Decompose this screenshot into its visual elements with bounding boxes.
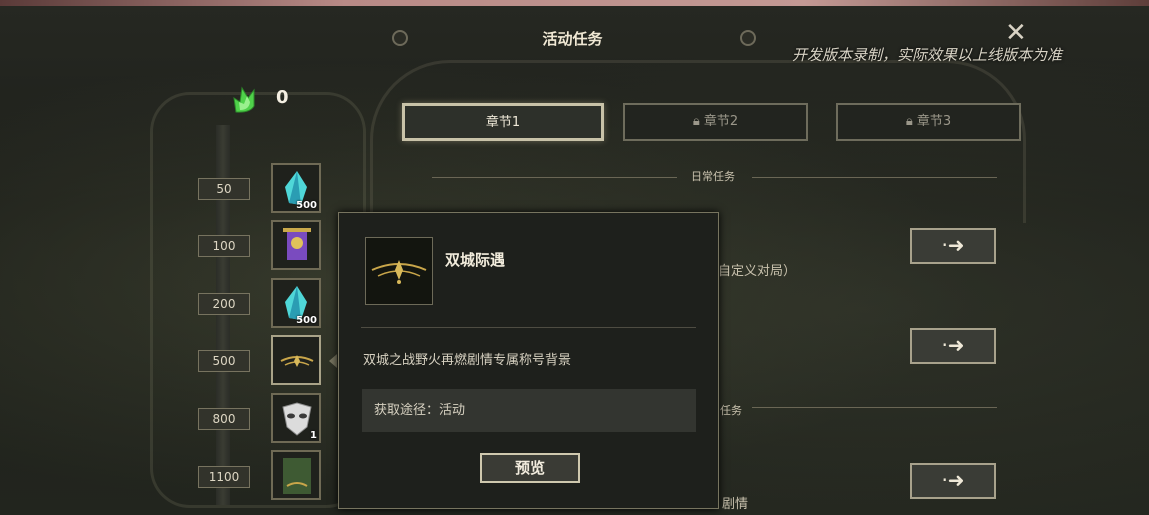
preview-button[interactable]: 预览 bbox=[480, 453, 580, 483]
tab-label: 章节1 bbox=[485, 115, 521, 130]
reward-quantity: 500 bbox=[296, 315, 317, 326]
green-card-icon bbox=[283, 458, 311, 494]
tier-label: 500 bbox=[198, 350, 250, 372]
reward-slot[interactable]: 1 bbox=[271, 393, 321, 443]
ornament-dot-left bbox=[392, 30, 408, 46]
tier-label: 200 bbox=[198, 293, 250, 315]
popup-pointer bbox=[329, 354, 337, 368]
arrow-right-icon: ·➜ bbox=[941, 233, 965, 257]
green-flame-icon bbox=[233, 86, 255, 113]
tab-chapter-3[interactable]: 🔒︎ 章节3 bbox=[836, 103, 1021, 141]
title-emblem-icon bbox=[371, 260, 427, 284]
acquisition-source: 获取途径：活动 bbox=[362, 389, 696, 432]
watermark-notice: 开发版本录制，实际效果以上线版本为准 bbox=[792, 46, 1063, 64]
reward-quantity: 500 bbox=[296, 200, 317, 211]
lock-icon: 🔒︎ bbox=[692, 114, 700, 129]
tier-label: 50 bbox=[198, 178, 250, 200]
section-title-daily: 日常任务 bbox=[691, 170, 735, 183]
tier-label: 800 bbox=[198, 408, 250, 430]
reward-slot-selected[interactable] bbox=[271, 335, 321, 385]
go-button[interactable]: ·➜ bbox=[910, 228, 996, 264]
popup-description: 双城之战野火再燃剧情专属称号背景 bbox=[363, 353, 572, 368]
arrow-right-icon: ·➜ bbox=[941, 333, 965, 357]
task-text-fragment: 自定义对局） bbox=[718, 264, 797, 279]
go-button[interactable]: ·➜ bbox=[910, 328, 996, 364]
top-border bbox=[0, 0, 1149, 6]
reward-slot[interactable] bbox=[271, 450, 321, 500]
ornament-dot-right bbox=[740, 30, 756, 46]
reward-thumbnail bbox=[365, 237, 433, 305]
section-divider bbox=[752, 177, 997, 178]
reward-slot[interactable]: 500 bbox=[271, 163, 321, 213]
popup-title: 双城际遇 bbox=[445, 251, 506, 269]
title-emblem-icon bbox=[280, 355, 314, 367]
tab-label: 章节3 bbox=[916, 114, 952, 129]
reward-slot[interactable]: 500 bbox=[271, 278, 321, 328]
currency-amount: 0 bbox=[276, 87, 289, 108]
reward-detail-popup: 双城际遇 双城之战野火再燃剧情专属称号背景 获取途径：活动 预览 bbox=[338, 212, 719, 509]
section-divider bbox=[752, 407, 997, 408]
top-arch-decoration bbox=[370, 60, 1026, 223]
tab-chapter-1[interactable]: 章节1 bbox=[402, 103, 604, 141]
lock-icon: 🔒︎ bbox=[905, 114, 913, 129]
tier-label: 100 bbox=[198, 235, 250, 257]
arrow-right-icon: ·➜ bbox=[941, 468, 965, 492]
reward-slot[interactable] bbox=[271, 220, 321, 270]
task-text-fragment: 剧情 bbox=[722, 497, 749, 512]
tier-label: 1100 bbox=[198, 466, 250, 488]
reward-quantity: 1 bbox=[310, 430, 317, 441]
go-button[interactable]: ·➜ bbox=[910, 463, 996, 499]
tab-label: 章节2 bbox=[703, 114, 739, 129]
section-divider bbox=[432, 177, 677, 178]
popup-divider bbox=[361, 327, 696, 328]
page-title: 活动任务 bbox=[542, 30, 603, 48]
banner-icon bbox=[283, 228, 311, 260]
section-title-fragment: 任务 bbox=[720, 404, 742, 417]
left-arch-decoration bbox=[150, 92, 366, 508]
tab-chapter-2[interactable]: 🔒︎ 章节2 bbox=[623, 103, 808, 141]
